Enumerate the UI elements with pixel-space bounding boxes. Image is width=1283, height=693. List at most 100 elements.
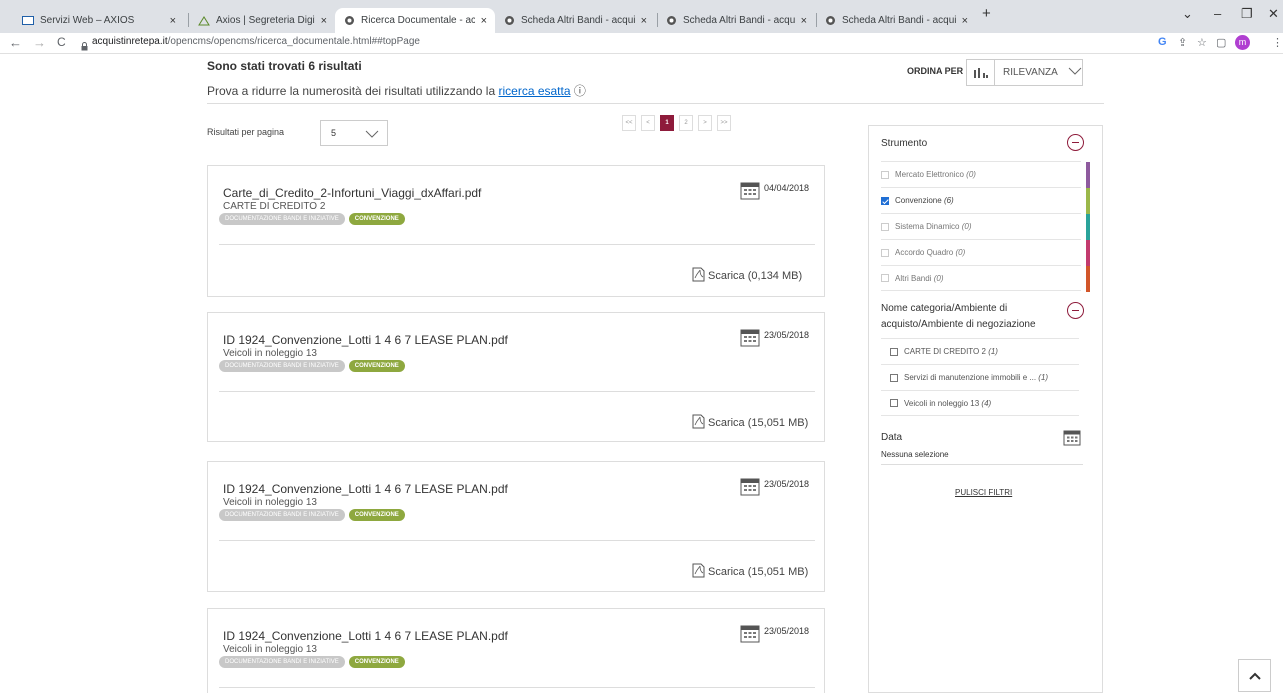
tab-close-icon[interactable]: × <box>481 15 487 27</box>
tag-convenzione: CONVENZIONE <box>348 360 405 372</box>
filter-option-count: (1) <box>1038 373 1049 382</box>
filter-categoria-title: Nome categoria/Ambiente di <box>881 303 1008 314</box>
new-tab-button[interactable]: + <box>982 5 991 22</box>
results-hint: Prova a ridurre la numerosità dei risult… <box>207 82 586 99</box>
tab-close-icon[interactable]: × <box>801 15 807 27</box>
collapse-minus-icon[interactable] <box>1067 134 1084 151</box>
filter-option[interactable]: Veicoli in noleggio 13 (4) <box>881 390 1079 416</box>
browser-tab[interactable]: Scheda Altri Bandi - acquistinret × <box>657 8 815 33</box>
browser-tab[interactable]: Servizi Web – AXIOS × <box>14 8 184 33</box>
tag-convenzione: CONVENZIONE <box>348 656 405 668</box>
filter-strumento-title: Strumento <box>881 138 928 149</box>
pager-next[interactable]: > <box>698 115 712 131</box>
color-bar <box>1086 214 1090 240</box>
collapse-minus-icon[interactable] <box>1067 302 1084 319</box>
checkbox[interactable] <box>890 373 898 382</box>
info-icon[interactable]: ⓘ <box>574 84 586 98</box>
download-link[interactable]: Scarica (15,051 MB) <box>692 414 808 432</box>
result-tags: DOCUMENTAZIONE BANDI E INIZIATIVE CONVEN… <box>219 656 405 668</box>
tab-label: Scheda Altri Bandi - acquistinret <box>521 15 635 26</box>
filter-option[interactable]: Accordo Quadro (0) <box>881 239 1090 266</box>
profile-avatar[interactable]: m <box>1235 35 1250 50</box>
filter-option-label: Accordo Quadro <box>895 248 954 257</box>
sidepanel-icon[interactable]: ▢ <box>1216 36 1226 49</box>
filter-option-label: Altri Bandi <box>895 273 932 283</box>
result-card: ID 1924_Convenzione_Lotti 1 4 6 7 LEASE … <box>207 312 825 442</box>
tab-label: Servizi Web – AXIOS <box>40 15 135 26</box>
result-title[interactable]: Carte_di_Credito_2-Infortuni_Viaggi_dxAf… <box>223 186 481 200</box>
url-field[interactable]: acquistinretepa.it/opencms/opencms/ricer… <box>92 36 420 47</box>
filter-option[interactable]: Altri Bandi (0) <box>881 265 1090 292</box>
checkbox[interactable] <box>881 222 889 231</box>
back-icon[interactable]: ← <box>9 35 22 50</box>
checkbox[interactable] <box>890 399 898 407</box>
tab-close-icon[interactable]: × <box>321 15 327 27</box>
share-icon[interactable]: ⇪ <box>1178 36 1187 49</box>
calendar-icon[interactable] <box>1063 428 1081 451</box>
scroll-to-top-button[interactable] <box>1238 659 1271 692</box>
tab-search-icon[interactable]: ⌄ <box>1182 6 1193 22</box>
sort-select[interactable]: RILEVANZA <box>966 59 1083 86</box>
filter-categoria-title-2: acquisto/Ambiente di negoziazione <box>881 319 1036 330</box>
filter-option[interactable]: CARTE DI CREDITO 2 (1) <box>881 338 1079 364</box>
minimize-icon[interactable]: – <box>1214 6 1221 21</box>
tag-documentazione: DOCUMENTAZIONE BANDI E INIZIATIVE <box>219 213 345 225</box>
result-title[interactable]: ID 1924_Convenzione_Lotti 1 4 6 7 LEASE … <box>223 333 508 347</box>
download-link[interactable]: Scarica (0,134 MB) <box>692 267 802 285</box>
browser-tab[interactable]: Scheda Altri Bandi - acquistinret × <box>495 8 655 33</box>
filter-option[interactable]: Sistema Dinamico (0) <box>881 213 1090 240</box>
pager-page-2[interactable]: 2 <box>679 115 693 131</box>
exact-search-link[interactable]: ricerca esatta <box>498 84 570 98</box>
result-date: 23/05/2018 <box>764 479 810 489</box>
tab-close-icon[interactable]: × <box>170 15 176 27</box>
filter-option-label: Sistema Dinamico <box>895 222 960 231</box>
sort-bars-icon <box>967 60 995 85</box>
google-icon[interactable]: G <box>1158 36 1167 48</box>
download-label: Scarica (15,051 MB) <box>708 417 809 429</box>
pager-page-1[interactable]: 1 <box>660 115 674 131</box>
per-page-select[interactable]: 5 <box>320 120 388 146</box>
star-icon[interactable]: ☆ <box>1197 36 1207 49</box>
result-subtitle: Veicoli in noleggio 13 <box>223 348 317 359</box>
menu-icon[interactable]: ⋮ <box>1272 36 1283 49</box>
chevron-down-icon <box>1068 67 1082 78</box>
tag-documentazione: DOCUMENTAZIONE BANDI E INIZIATIVE <box>219 360 345 372</box>
tab-close-icon[interactable]: × <box>641 15 647 27</box>
filter-option[interactable]: Servizi di manutenzione immobili e ... (… <box>881 364 1079 390</box>
result-tags: DOCUMENTAZIONE BANDI E INIZIATIVE CONVEN… <box>219 509 405 521</box>
checkbox-checked[interactable] <box>881 196 889 205</box>
filter-option[interactable]: Mercato Elettronico (0) <box>881 161 1090 188</box>
checkbox[interactable] <box>881 248 889 257</box>
card-divider <box>219 244 815 245</box>
result-title[interactable]: ID 1924_Convenzione_Lotti 1 4 6 7 LEASE … <box>223 629 508 643</box>
url-host: acquistinretepa.it <box>92 36 168 47</box>
result-title[interactable]: ID 1924_Convenzione_Lotti 1 4 6 7 LEASE … <box>223 482 508 496</box>
checkbox[interactable] <box>881 274 889 282</box>
result-subtitle: Veicoli in noleggio 13 <box>223 497 317 508</box>
divider <box>881 464 1083 465</box>
download-link[interactable]: Scarica (15,051 MB) <box>692 563 808 581</box>
pager-first[interactable]: << <box>622 115 636 131</box>
close-window-icon[interactable]: ✕ <box>1268 6 1279 22</box>
globe-icon <box>343 15 355 27</box>
tab-close-icon[interactable]: × <box>962 15 968 27</box>
clear-filters-button[interactable]: PULISCI FILTRI <box>955 488 1012 497</box>
browser-tab-active[interactable]: Ricerca Documentale - acquistin × <box>335 8 495 33</box>
result-card: ID 1924_Convenzione_Lotti 1 4 6 7 LEASE … <box>207 461 825 592</box>
pager-last[interactable]: >> <box>717 115 731 131</box>
forward-icon[interactable]: → <box>33 35 46 50</box>
result-subtitle: CARTE DI CREDITO 2 <box>223 201 326 212</box>
url-path: /opencms/opencms/ricerca_documentale.htm… <box>167 36 420 47</box>
reload-icon[interactable]: C <box>57 35 66 49</box>
checkbox[interactable] <box>890 347 898 356</box>
filter-option[interactable]: Convenzione (6) <box>881 187 1090 214</box>
axios-favicon-icon <box>198 15 210 27</box>
browser-tab[interactable]: Scheda Altri Bandi - acquistinret × <box>816 8 976 33</box>
pager-prev[interactable]: < <box>641 115 655 131</box>
browser-tab[interactable]: Axios | Segreteria Digitale × <box>190 8 335 33</box>
sort-value: RILEVANZA <box>1003 67 1058 78</box>
restore-icon[interactable]: ❐ <box>1241 6 1253 22</box>
checkbox[interactable] <box>881 170 889 179</box>
filter-option-label: Veicoli in noleggio 13 <box>904 398 980 408</box>
download-label: Scarica (15,051 MB) <box>708 566 809 578</box>
